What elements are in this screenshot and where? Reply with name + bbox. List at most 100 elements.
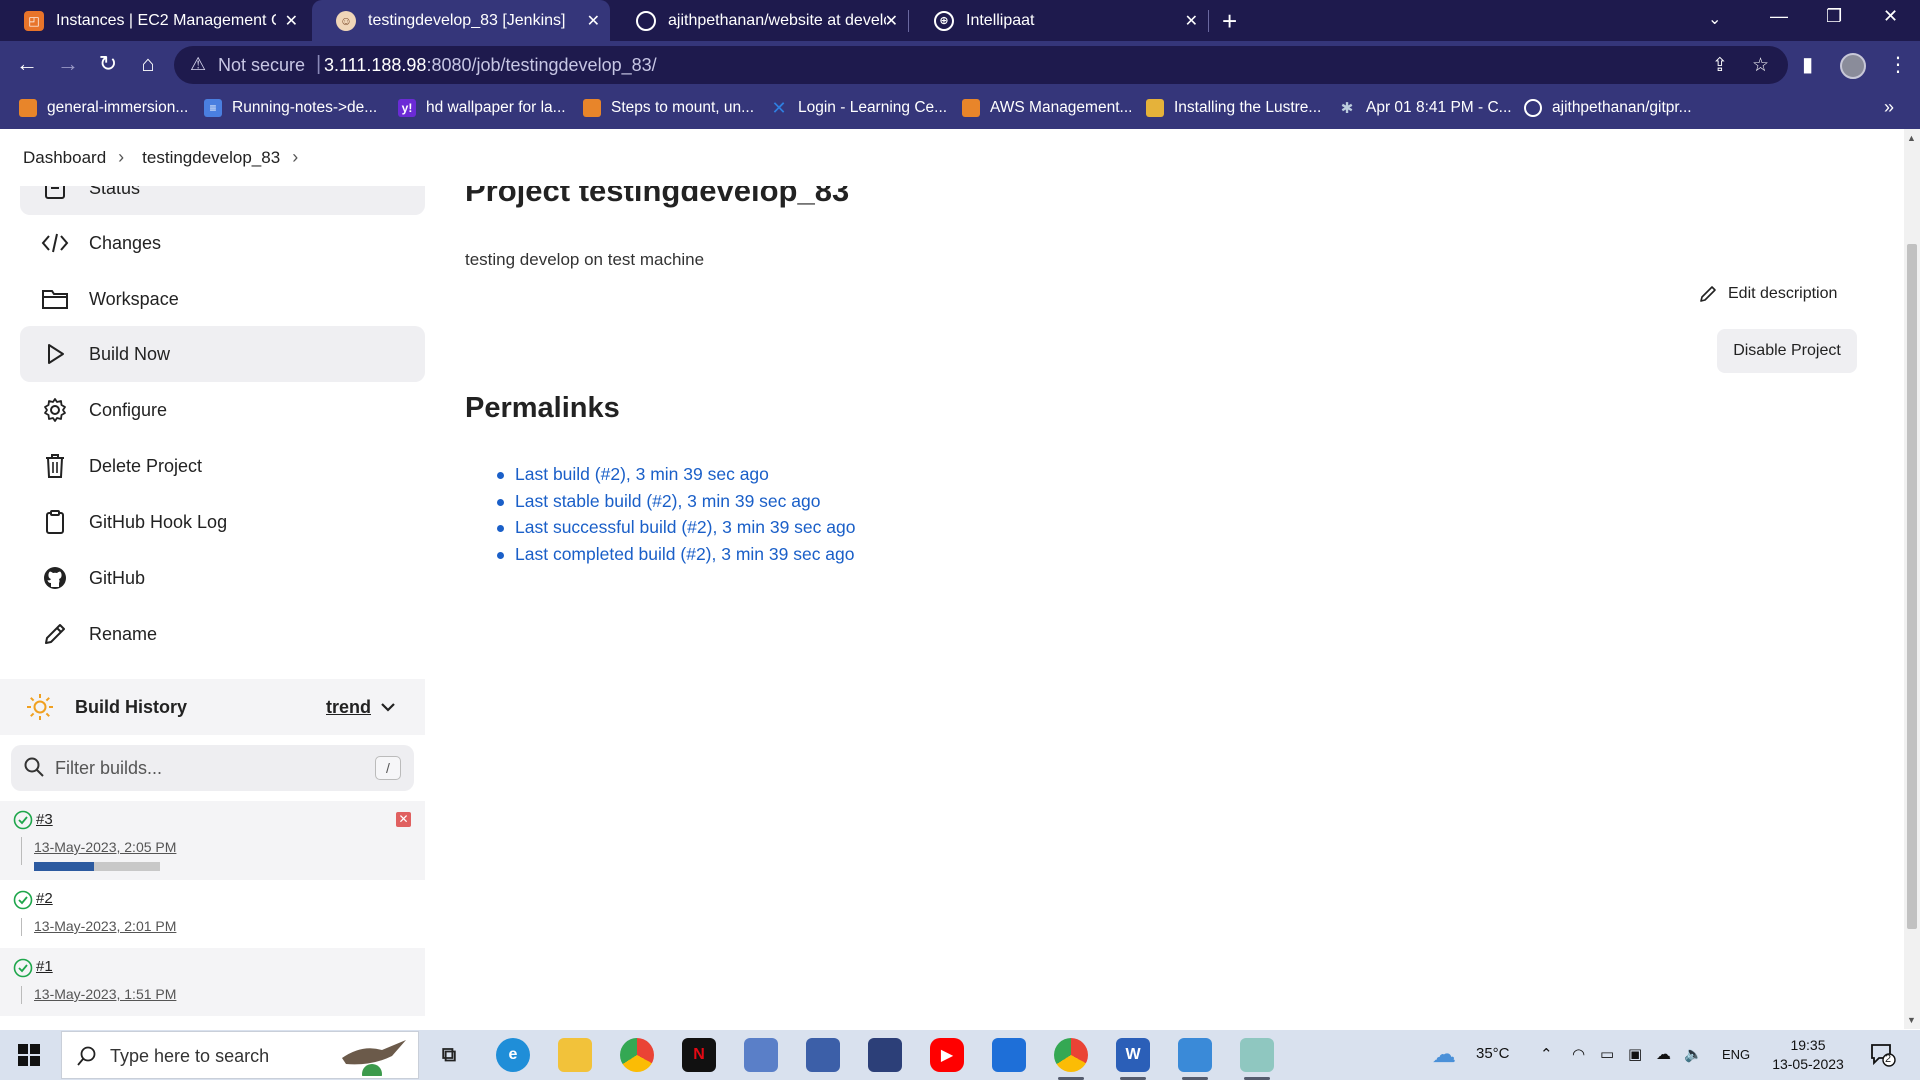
- tab-intellipaat[interactable]: ⊕ Intellipaat ✕: [910, 0, 1208, 41]
- close-icon[interactable]: ✕: [285, 11, 298, 31]
- permalink-last-build[interactable]: Last build (#2), 3 min 39 sec ago: [497, 464, 855, 491]
- bookmark[interactable]: ajithpethanan/gitpr...: [1524, 99, 1692, 117]
- star-icon[interactable]: ☆: [1752, 54, 1769, 77]
- home-icon[interactable]: ⌂: [133, 51, 163, 77]
- edge-icon[interactable]: e: [496, 1038, 530, 1072]
- cancel-build-icon[interactable]: ✕: [396, 812, 411, 827]
- close-icon[interactable]: ✕: [885, 11, 898, 31]
- build-date[interactable]: 13-May-2023, 2:05 PM: [34, 839, 176, 855]
- tab-github[interactable]: ajithpethanan/website at develop ✕: [612, 0, 908, 41]
- monitor-app-icon[interactable]: [806, 1038, 840, 1072]
- breadcrumb-dashboard[interactable]: Dashboard: [23, 148, 106, 168]
- build-date[interactable]: 13-May-2023, 2:01 PM: [34, 918, 176, 934]
- sidebar-item-changes[interactable]: Changes: [20, 217, 425, 269]
- chevron-right-icon[interactable]: ›: [292, 147, 298, 168]
- filter-builds: /: [11, 745, 414, 791]
- url-text[interactable]: 3.111.188.98:8080/job/testingdevelop_83/: [324, 55, 657, 76]
- avatar[interactable]: [1840, 53, 1866, 79]
- restore-icon[interactable]: ❐: [1826, 6, 1842, 27]
- scroll-up-icon[interactable]: ▲: [1907, 133, 1916, 143]
- permalink-last-stable-build[interactable]: Last stable build (#2), 3 min 39 sec ago: [497, 491, 855, 518]
- bookmark[interactable]: AWS Management...: [962, 99, 1132, 117]
- photos-icon[interactable]: [1178, 1038, 1212, 1080]
- weather-icon[interactable]: ☁: [1432, 1040, 1456, 1069]
- gear-icon: [40, 397, 70, 423]
- sidebar-item-github-hook-log[interactable]: GitHub Hook Log: [20, 496, 425, 548]
- more-bookmarks-icon[interactable]: »: [1884, 97, 1894, 118]
- scroll-down-icon[interactable]: ▼: [1907, 1015, 1916, 1025]
- build-number[interactable]: #3: [36, 811, 53, 828]
- page-scrollbar[interactable]: ▲ ▼: [1904, 129, 1920, 1029]
- minimize-icon[interactable]: —: [1770, 6, 1788, 27]
- store-icon[interactable]: [992, 1038, 1026, 1072]
- side-panel-icon[interactable]: ▮: [1802, 52, 1813, 77]
- bookmark[interactable]: general-immersion...: [19, 99, 188, 117]
- bookmark[interactable]: ✕ Login - Learning Ce...: [770, 98, 947, 118]
- success-check-icon: [13, 810, 33, 835]
- scrollbar-thumb[interactable]: [1907, 244, 1917, 929]
- close-icon[interactable]: ✕: [1185, 11, 1198, 31]
- file-explorer-icon[interactable]: [558, 1038, 592, 1072]
- language[interactable]: ENG: [1722, 1047, 1750, 1062]
- menu-icon[interactable]: ⋮: [1888, 52, 1908, 77]
- teacher-app-icon[interactable]: [868, 1038, 902, 1072]
- youtube-icon[interactable]: ▶: [930, 1038, 964, 1072]
- notes-app-icon[interactable]: [1240, 1038, 1274, 1080]
- build-number[interactable]: #1: [36, 958, 53, 975]
- permalinks-list: Last build (#2), 3 min 39 sec ago Last s…: [497, 464, 855, 570]
- word-icon[interactable]: W: [1116, 1038, 1150, 1080]
- speaker-icon[interactable]: 🔈: [1684, 1045, 1703, 1063]
- new-tab-button[interactable]: +: [1222, 6, 1237, 37]
- sidebar-item-label: GitHub Hook Log: [89, 511, 228, 532]
- windows-start-icon[interactable]: [17, 1043, 41, 1072]
- tab-ec2[interactable]: ◰ Instances | EC2 Management Cor ✕: [0, 0, 308, 41]
- filter-builds-input[interactable]: [55, 754, 355, 782]
- temperature[interactable]: 35°C: [1476, 1045, 1510, 1062]
- tab-jenkins[interactable]: ☺ testingdevelop_83 [Jenkins] ✕: [312, 0, 610, 41]
- bookmark[interactable]: y! hd wallpaper for la...: [398, 99, 566, 117]
- chrome-active-icon[interactable]: [1054, 1038, 1088, 1080]
- bookmark[interactable]: ≡ Running-notes->de...: [204, 99, 377, 117]
- taskbar-search[interactable]: Type here to search: [61, 1031, 419, 1079]
- network-app-icon[interactable]: [744, 1038, 778, 1072]
- chevron-down-icon[interactable]: [381, 699, 395, 717]
- forward-icon[interactable]: →: [53, 51, 83, 77]
- close-window-icon[interactable]: ✕: [1883, 6, 1898, 27]
- sidebar-item-rename[interactable]: Rename: [20, 608, 425, 660]
- sidebar-item-workspace[interactable]: Workspace: [20, 273, 425, 325]
- sidebar-item-github[interactable]: GitHub: [20, 552, 425, 604]
- bookmark[interactable]: Installing the Lustre...: [1146, 99, 1321, 117]
- permalink-last-completed-build[interactable]: Last completed build (#2), 3 min 39 sec …: [497, 544, 855, 571]
- bookmark[interactable]: Steps to mount, un...: [583, 99, 754, 117]
- task-view-icon[interactable]: ⧉: [432, 1038, 466, 1072]
- clock[interactable]: 19:35 13-05-2023: [1768, 1036, 1848, 1074]
- clock-date: 13-05-2023: [1772, 1056, 1844, 1072]
- share-icon[interactable]: ⇪: [1712, 54, 1728, 77]
- sidebar-item-delete-project[interactable]: Delete Project: [20, 440, 425, 492]
- chevron-up-icon[interactable]: ⌃: [1540, 1045, 1553, 1063]
- tab-search-icon[interactable]: ⌄: [1708, 9, 1721, 29]
- device-icon[interactable]: ▣: [1628, 1045, 1642, 1063]
- reload-icon[interactable]: ↻: [93, 51, 123, 77]
- disable-project-button[interactable]: Disable Project: [1717, 329, 1857, 373]
- wifi-icon[interactable]: ◠: [1572, 1045, 1585, 1063]
- bookmark[interactable]: ✱ Apr 01 8:41 PM - C...: [1338, 99, 1512, 117]
- netflix-icon[interactable]: N: [682, 1038, 716, 1072]
- github-icon: [40, 565, 70, 591]
- build-number[interactable]: #2: [36, 890, 53, 907]
- chrome-icon[interactable]: [620, 1038, 654, 1072]
- close-icon[interactable]: ✕: [587, 11, 600, 31]
- trend-link[interactable]: trend: [326, 697, 371, 718]
- build-date[interactable]: 13-May-2023, 1:51 PM: [34, 986, 176, 1002]
- sidebar-item-configure[interactable]: Configure: [20, 384, 425, 436]
- edit-description-link[interactable]: Edit description: [1698, 284, 1837, 304]
- sidebar-item-build-now[interactable]: Build Now: [20, 326, 425, 382]
- cloud-icon[interactable]: ☁: [1656, 1045, 1671, 1063]
- breadcrumb-job[interactable]: testingdevelop_83: [142, 148, 280, 168]
- address-bar[interactable]: ⚠ Not secure | 3.111.188.98:8080/job/tes…: [174, 46, 1788, 84]
- battery-icon[interactable]: ▭: [1600, 1045, 1614, 1063]
- back-icon[interactable]: ←: [12, 51, 42, 77]
- notifications-icon[interactable]: 2: [1870, 1043, 1896, 1072]
- permalink-last-successful-build[interactable]: Last successful build (#2), 3 min 39 sec…: [497, 517, 855, 544]
- chevron-right-icon: ›: [118, 147, 125, 167]
